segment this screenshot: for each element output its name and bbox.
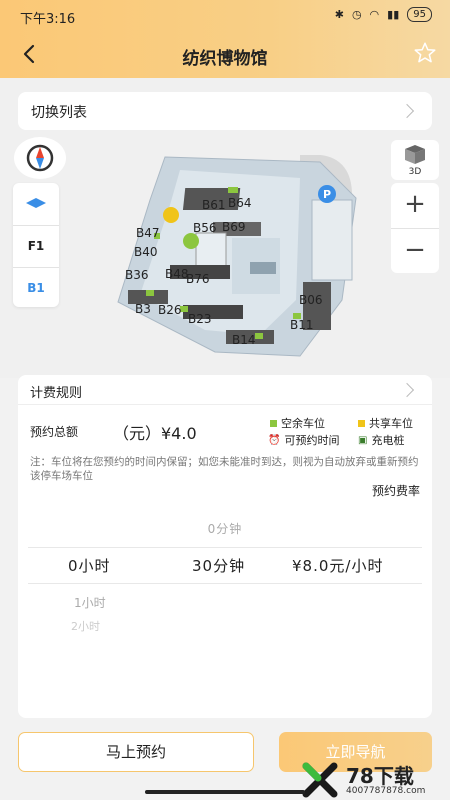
spot-label: B40 [134,245,158,259]
shared-spot-swatch [358,419,365,427]
total-value: （元）¥4.0 [113,424,197,443]
home-indicator[interactable] [145,790,305,794]
spot-label: B11 [290,318,314,332]
zoom-out-button[interactable]: − [391,228,439,272]
zoom-in-button[interactable]: + [391,183,439,227]
picker-divider [28,583,422,584]
spot-label: B26 [158,303,182,317]
switch-list-label: 切换列表 [31,105,87,121]
watermark-url: 4007787878.com [346,786,426,796]
battery-icon: 95 [407,7,432,22]
compass-icon [26,144,54,172]
legend-shared: 共享车位 [358,415,413,431]
signal-icon: ▮▮ [387,8,400,21]
zoom-controls: + − [391,183,439,273]
star-icon[interactable] [412,40,438,66]
chevron-right-icon [399,382,415,398]
spot-label: B47 [136,226,160,240]
bluetooth-icon: ✱ [334,8,344,21]
picker-minutes[interactable]: 30分钟 [192,555,245,576]
spot-label: B14 [232,333,256,347]
floor-f1[interactable]: F1 [13,225,59,265]
chevron-right-icon [399,103,415,119]
spot-label: B56 [193,221,217,235]
spot-label: B61 [202,198,226,212]
empty-spot-swatch [270,419,277,427]
fee-rule-label: 计费规则 [30,386,83,401]
fee-rule-row[interactable]: 计费规则 [18,375,432,405]
spot-label: B23 [188,312,212,326]
floor-selector: F1 B1 [13,183,59,307]
rate-label: 预约费率 [371,484,420,498]
reservation-sheet: 计费规则 预约总额 （元）¥4.0 空余车位 共享车位 ⏰ 可预约时间 ▣ 充电… [18,375,432,718]
watermark: 78下载 4007787878.com [300,760,450,800]
picker-rate: ¥8.0元/小时 [292,557,384,575]
floor-collapse-button[interactable] [13,183,59,223]
legend-reservable: ⏰ 可预约时间 [268,434,340,447]
page-title: 纺织博物馆 [182,49,268,69]
charger-icon: ▣ [358,434,368,446]
spot-label: B06 [299,293,323,307]
spot-label: B64 [228,196,252,210]
view-3d-label: 3D [408,167,422,177]
picker-option-below-2: 2小时 [71,620,100,633]
picker-divider [28,547,422,548]
spot-label: B36 [125,268,149,282]
reservation-note: 注：车位将在您预约的时间内保留；如您未能准时到达，则视为自动放弃或重新预约该停车… [30,456,419,482]
status-time: 下午3:16 [20,12,76,27]
switch-list-button[interactable]: 切换列表 [18,92,432,130]
legend-empty: 空余车位 [270,415,325,431]
picker-option-above: 0分钟 [207,522,243,536]
picker-option-below: 1小时 [74,596,106,610]
alarm-icon: ◷ [351,8,362,21]
layers-icon [26,198,46,208]
spot-label: B76 [186,272,210,286]
floor-b1[interactable]: B1 [13,267,59,307]
svg-text:P: P [323,188,331,201]
spot-label: B69 [222,220,246,234]
view-3d-button[interactable]: 3D [391,140,439,180]
duration-picker[interactable]: 0分钟 0小时 30分钟 ¥8.0元/小时 1小时 2小时 [28,515,422,645]
nav-bar: 纺织博物馆 [0,32,450,78]
compass-button[interactable] [14,137,66,179]
total-label: 预约总额 [30,425,79,439]
watermark-logo [302,762,338,798]
status-icons: ✱ ◷ ◠ ▮▮ 95 [335,7,432,22]
spot-label: B3 [135,302,151,316]
wifi-icon: ◠ [369,8,380,21]
clock-icon: ⏰ [268,434,281,446]
status-bar: 下午3:16 ✱ ◷ ◠ ▮▮ 95 [0,0,450,32]
spot-label: B48 [165,267,189,281]
cube-icon [405,145,425,164]
picker-hours[interactable]: 0小时 [68,555,111,576]
legend-charging: ▣ 充电桩 [358,434,405,447]
watermark-text: 78下载 [346,764,414,788]
reserve-button[interactable]: 马上预约 [18,732,254,772]
